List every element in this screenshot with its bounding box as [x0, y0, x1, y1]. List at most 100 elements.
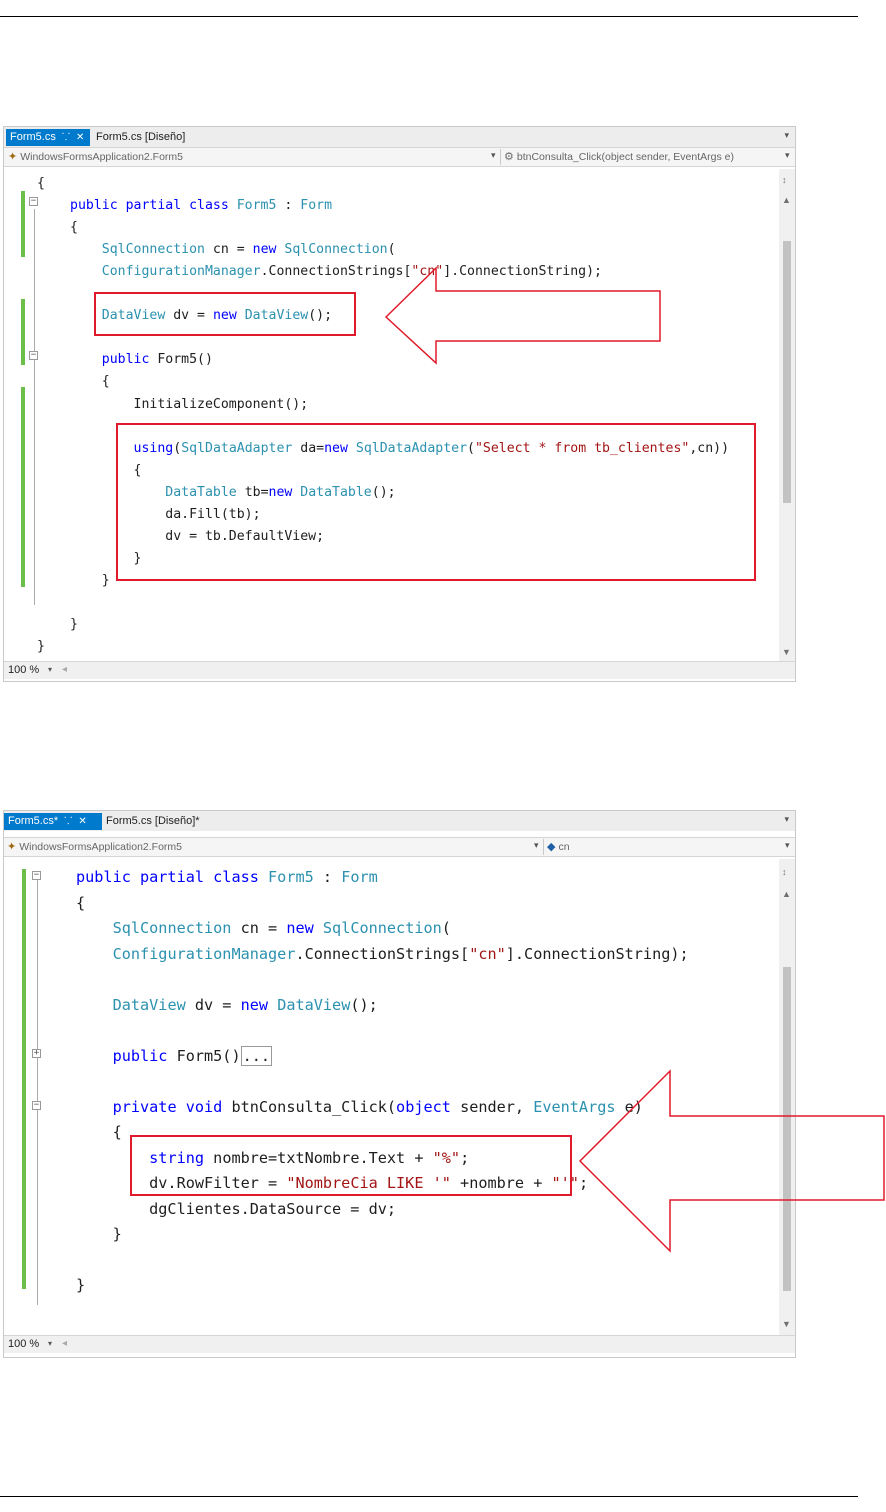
tab-form5-cs[interactable]: Form5.cs ⸪ ✕	[6, 129, 90, 146]
code-line[interactable]: }	[70, 570, 110, 592]
code-token: private void	[112, 1097, 232, 1116]
arrow-pointer	[384, 266, 661, 365]
class-selector[interactable]: ✦ WindowsFormsApplication2.Form5	[8, 149, 183, 165]
code-token: dgClientes.DataSource = dv;	[76, 1199, 397, 1218]
chevron-down-icon[interactable]: ▾	[785, 840, 790, 851]
scroll-thumb[interactable]	[783, 241, 791, 503]
vertical-scrollbar[interactable]: ↕ ▲ ▼	[779, 169, 795, 661]
highlight-box	[94, 292, 356, 336]
code-line[interactable]: InitializeComponent();	[70, 394, 309, 416]
split-icon[interactable]: ↕	[782, 175, 787, 185]
split-icon[interactable]: ↕	[782, 867, 787, 877]
code-token: SqlConnection	[322, 919, 442, 937]
code-editor-1: Form5.cs ⸪ ✕ Form5.cs [Diseño] ▾ ✦ WindowsF…	[3, 126, 796, 682]
member-selector[interactable]: ⚙ btnConsulta_Click(object sender, EventA…	[504, 149, 734, 165]
nav-divider	[543, 839, 544, 855]
chevron-down-icon[interactable]: ▾	[785, 150, 790, 161]
tab-form5-designer[interactable]: Form5.cs [Diseño]	[92, 129, 189, 146]
field-icon: ◆	[547, 841, 556, 853]
tab-form5-designer[interactable]: Form5.cs [Diseño]*	[102, 813, 204, 830]
chevron-down-icon[interactable]: ▾	[48, 665, 52, 674]
scroll-down-icon[interactable]: ▼	[782, 647, 791, 657]
code-line[interactable]: ConfigurationManager.ConnectionStrings["…	[76, 942, 689, 968]
code-token: btnConsulta_Click(	[231, 1097, 397, 1116]
code-token: Form	[300, 198, 333, 214]
code-line[interactable]: public partial class Form5 : Form	[76, 865, 378, 891]
code-token: public	[101, 352, 158, 368]
code-token: }	[70, 617, 78, 632]
code-line[interactable]: SqlConnection cn = new SqlConnection(	[70, 239, 396, 261]
collapse-icon[interactable]: −	[32, 1101, 41, 1110]
code-token: Form5()	[176, 1046, 241, 1065]
tab-form5-cs[interactable]: Form5.cs* ⸪ ✕	[4, 813, 102, 830]
scroll-up-icon[interactable]: ▲	[782, 889, 791, 899]
code-area[interactable]: − − { public partial class Form5 : Form { Sq…	[4, 169, 775, 661]
close-icon[interactable]: ✕	[78, 813, 86, 830]
code-line[interactable]: }	[76, 1222, 122, 1248]
code-token: }	[70, 572, 110, 588]
code-line[interactable]: DataView dv = new DataView();	[76, 993, 378, 1019]
close-icon[interactable]: ✕	[76, 129, 84, 146]
code-token: public partial class	[70, 198, 237, 214]
chevron-down-icon[interactable]: ▾	[534, 840, 539, 851]
collapse-icon[interactable]: −	[29, 197, 38, 206]
expand-icon[interactable]: +	[32, 1049, 41, 1058]
document-tab-strip: Form5.cs* ⸪ ✕ Form5.cs [Diseño]* ▾	[4, 811, 795, 831]
scroll-left-icon[interactable]: ◂	[62, 1338, 67, 1349]
code-line[interactable]: {	[37, 173, 45, 195]
code-token: cn =	[204, 242, 253, 258]
code-line[interactable]: {	[70, 371, 110, 393]
zoom-level[interactable]: 100 %	[8, 1338, 39, 1350]
chevron-down-icon[interactable]: ▾	[48, 1339, 52, 1348]
scroll-up-icon[interactable]: ▲	[782, 195, 791, 205]
code-token: Form5()	[157, 352, 213, 368]
code-line[interactable]: }	[70, 614, 78, 636]
member-selector[interactable]: ◆ cn	[547, 839, 570, 855]
chevron-down-icon[interactable]: ▾	[491, 150, 496, 161]
code-line[interactable]: private void btnConsulta_Click(object se…	[76, 1095, 643, 1121]
collapse-icon[interactable]: −	[32, 871, 41, 880]
code-line[interactable]: }	[37, 636, 45, 658]
horizontal-scrollbar[interactable]: 100 % ▾ ◂	[4, 1335, 795, 1353]
code-line[interactable]: {	[76, 1120, 122, 1146]
highlight-box	[116, 423, 756, 581]
pin-icon[interactable]: ⸪	[62, 129, 70, 146]
code-token: (	[441, 919, 451, 937]
code-token: .ConnectionStrings[	[295, 944, 470, 963]
nav-divider	[500, 149, 501, 165]
code-token: }	[37, 639, 45, 655]
arrow-pointer	[578, 1069, 885, 1253]
code-token: {	[70, 220, 78, 236]
code-line[interactable]: public partial class Form5 : Form	[70, 195, 332, 217]
code-line[interactable]: {	[76, 891, 85, 917]
collapse-icon[interactable]: −	[29, 351, 38, 360]
scroll-down-icon[interactable]: ▼	[782, 1319, 791, 1329]
pin-icon[interactable]: ⸪	[64, 813, 72, 830]
code-line[interactable]: dgClientes.DataSource = dv;	[76, 1197, 396, 1223]
tab-overflow-dropdown-icon[interactable]: ▾	[784, 814, 789, 825]
code-token: {	[76, 1123, 122, 1141]
code-token: SqlConnection	[284, 242, 388, 258]
changed-lines-marker	[21, 299, 25, 365]
scroll-left-icon[interactable]: ◂	[62, 664, 67, 675]
zoom-level[interactable]: 100 %	[8, 664, 39, 676]
code-line[interactable]: {	[70, 217, 78, 239]
code-token: "cn"	[469, 944, 506, 963]
horizontal-scrollbar[interactable]: 100 % ▾ ◂	[4, 661, 795, 679]
changed-lines-marker	[21, 191, 25, 257]
code-token: SqlConnection	[101, 242, 205, 258]
class-selector[interactable]: ✦ WindowsFormsApplication2.Form5	[7, 839, 182, 855]
code-token: :	[313, 868, 342, 886]
code-line[interactable]: public Form5()	[70, 349, 213, 371]
outline-guide	[34, 365, 35, 585]
code-line[interactable]: }	[76, 1273, 85, 1299]
tab-overflow-dropdown-icon[interactable]: ▾	[784, 130, 789, 141]
code-line[interactable]: SqlConnection cn = new SqlConnection(	[76, 916, 451, 942]
changed-lines-marker	[22, 869, 26, 1289]
collapsed-region[interactable]: ...	[240, 1045, 273, 1066]
code-line[interactable]: public Form5()...	[76, 1044, 273, 1070]
